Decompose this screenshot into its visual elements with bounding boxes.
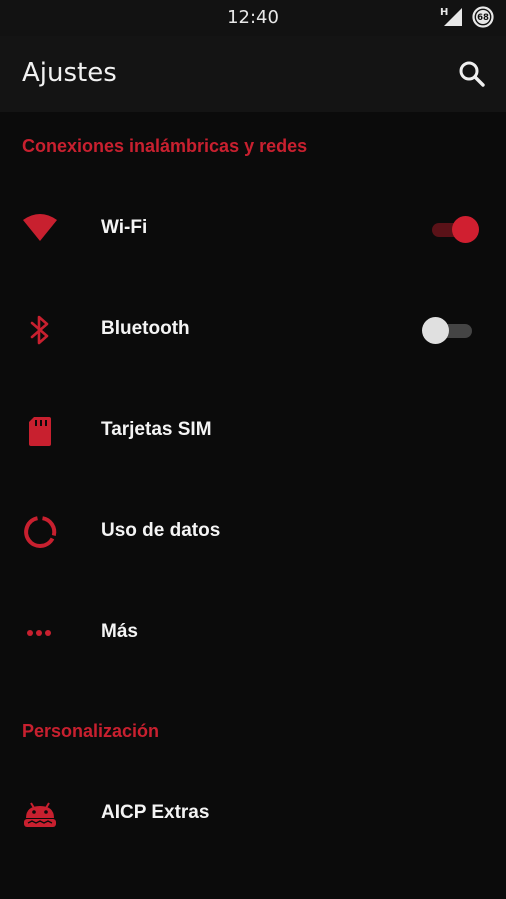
settings-item-label: Más — [101, 621, 138, 642]
page-title: Ajustes — [22, 58, 117, 88]
status-bar: 12:40 H 68 — [0, 0, 506, 36]
cell-signal-icon: H — [440, 7, 462, 26]
wifi-icon — [23, 214, 57, 241]
bluetooth-icon — [30, 315, 49, 345]
network-type: H — [440, 7, 448, 18]
settings-item-label: Tarjetas SIM — [101, 419, 212, 440]
data-usage-icon — [24, 516, 57, 548]
wifi-toggle[interactable] — [420, 213, 484, 245]
settings-item-label: Wi-Fi — [101, 217, 148, 238]
app-bar: Ajustes — [0, 36, 506, 112]
settings-item-label: AICP Extras — [101, 802, 210, 823]
settings-item-bluetooth[interactable]: Bluetooth — [0, 280, 506, 381]
battery-icon: 68 — [472, 6, 494, 28]
settings-item-sim[interactable]: Tarjetas SIM — [0, 381, 506, 482]
search-icon[interactable] — [456, 58, 488, 90]
sim-card-icon — [29, 417, 51, 446]
settings-item-wifi[interactable]: Wi-Fi — [0, 179, 506, 280]
section-header-personalization: Personalización — [22, 721, 160, 741]
settings-item-label: Uso de datos — [101, 520, 221, 541]
battery-level: 68 — [477, 13, 489, 23]
settings-item-label: Bluetooth — [101, 318, 190, 339]
settings-list: Conexiones inalámbricas y redes Wi-Fi Bl… — [0, 112, 506, 899]
toggle-thumb — [422, 317, 449, 344]
toggle-thumb — [452, 216, 479, 243]
bluetooth-toggle[interactable] — [420, 314, 484, 346]
status-clock: 12:40 — [227, 7, 279, 28]
settings-item-aicp-extras[interactable]: AICP Extras — [0, 764, 506, 865]
more-icon — [27, 630, 51, 636]
section-header-wireless: Conexiones inalámbricas y redes — [22, 136, 308, 156]
settings-item-more[interactable]: Más — [0, 583, 506, 684]
settings-item-data-usage[interactable]: Uso de datos — [0, 482, 506, 583]
android-icon — [24, 802, 56, 827]
